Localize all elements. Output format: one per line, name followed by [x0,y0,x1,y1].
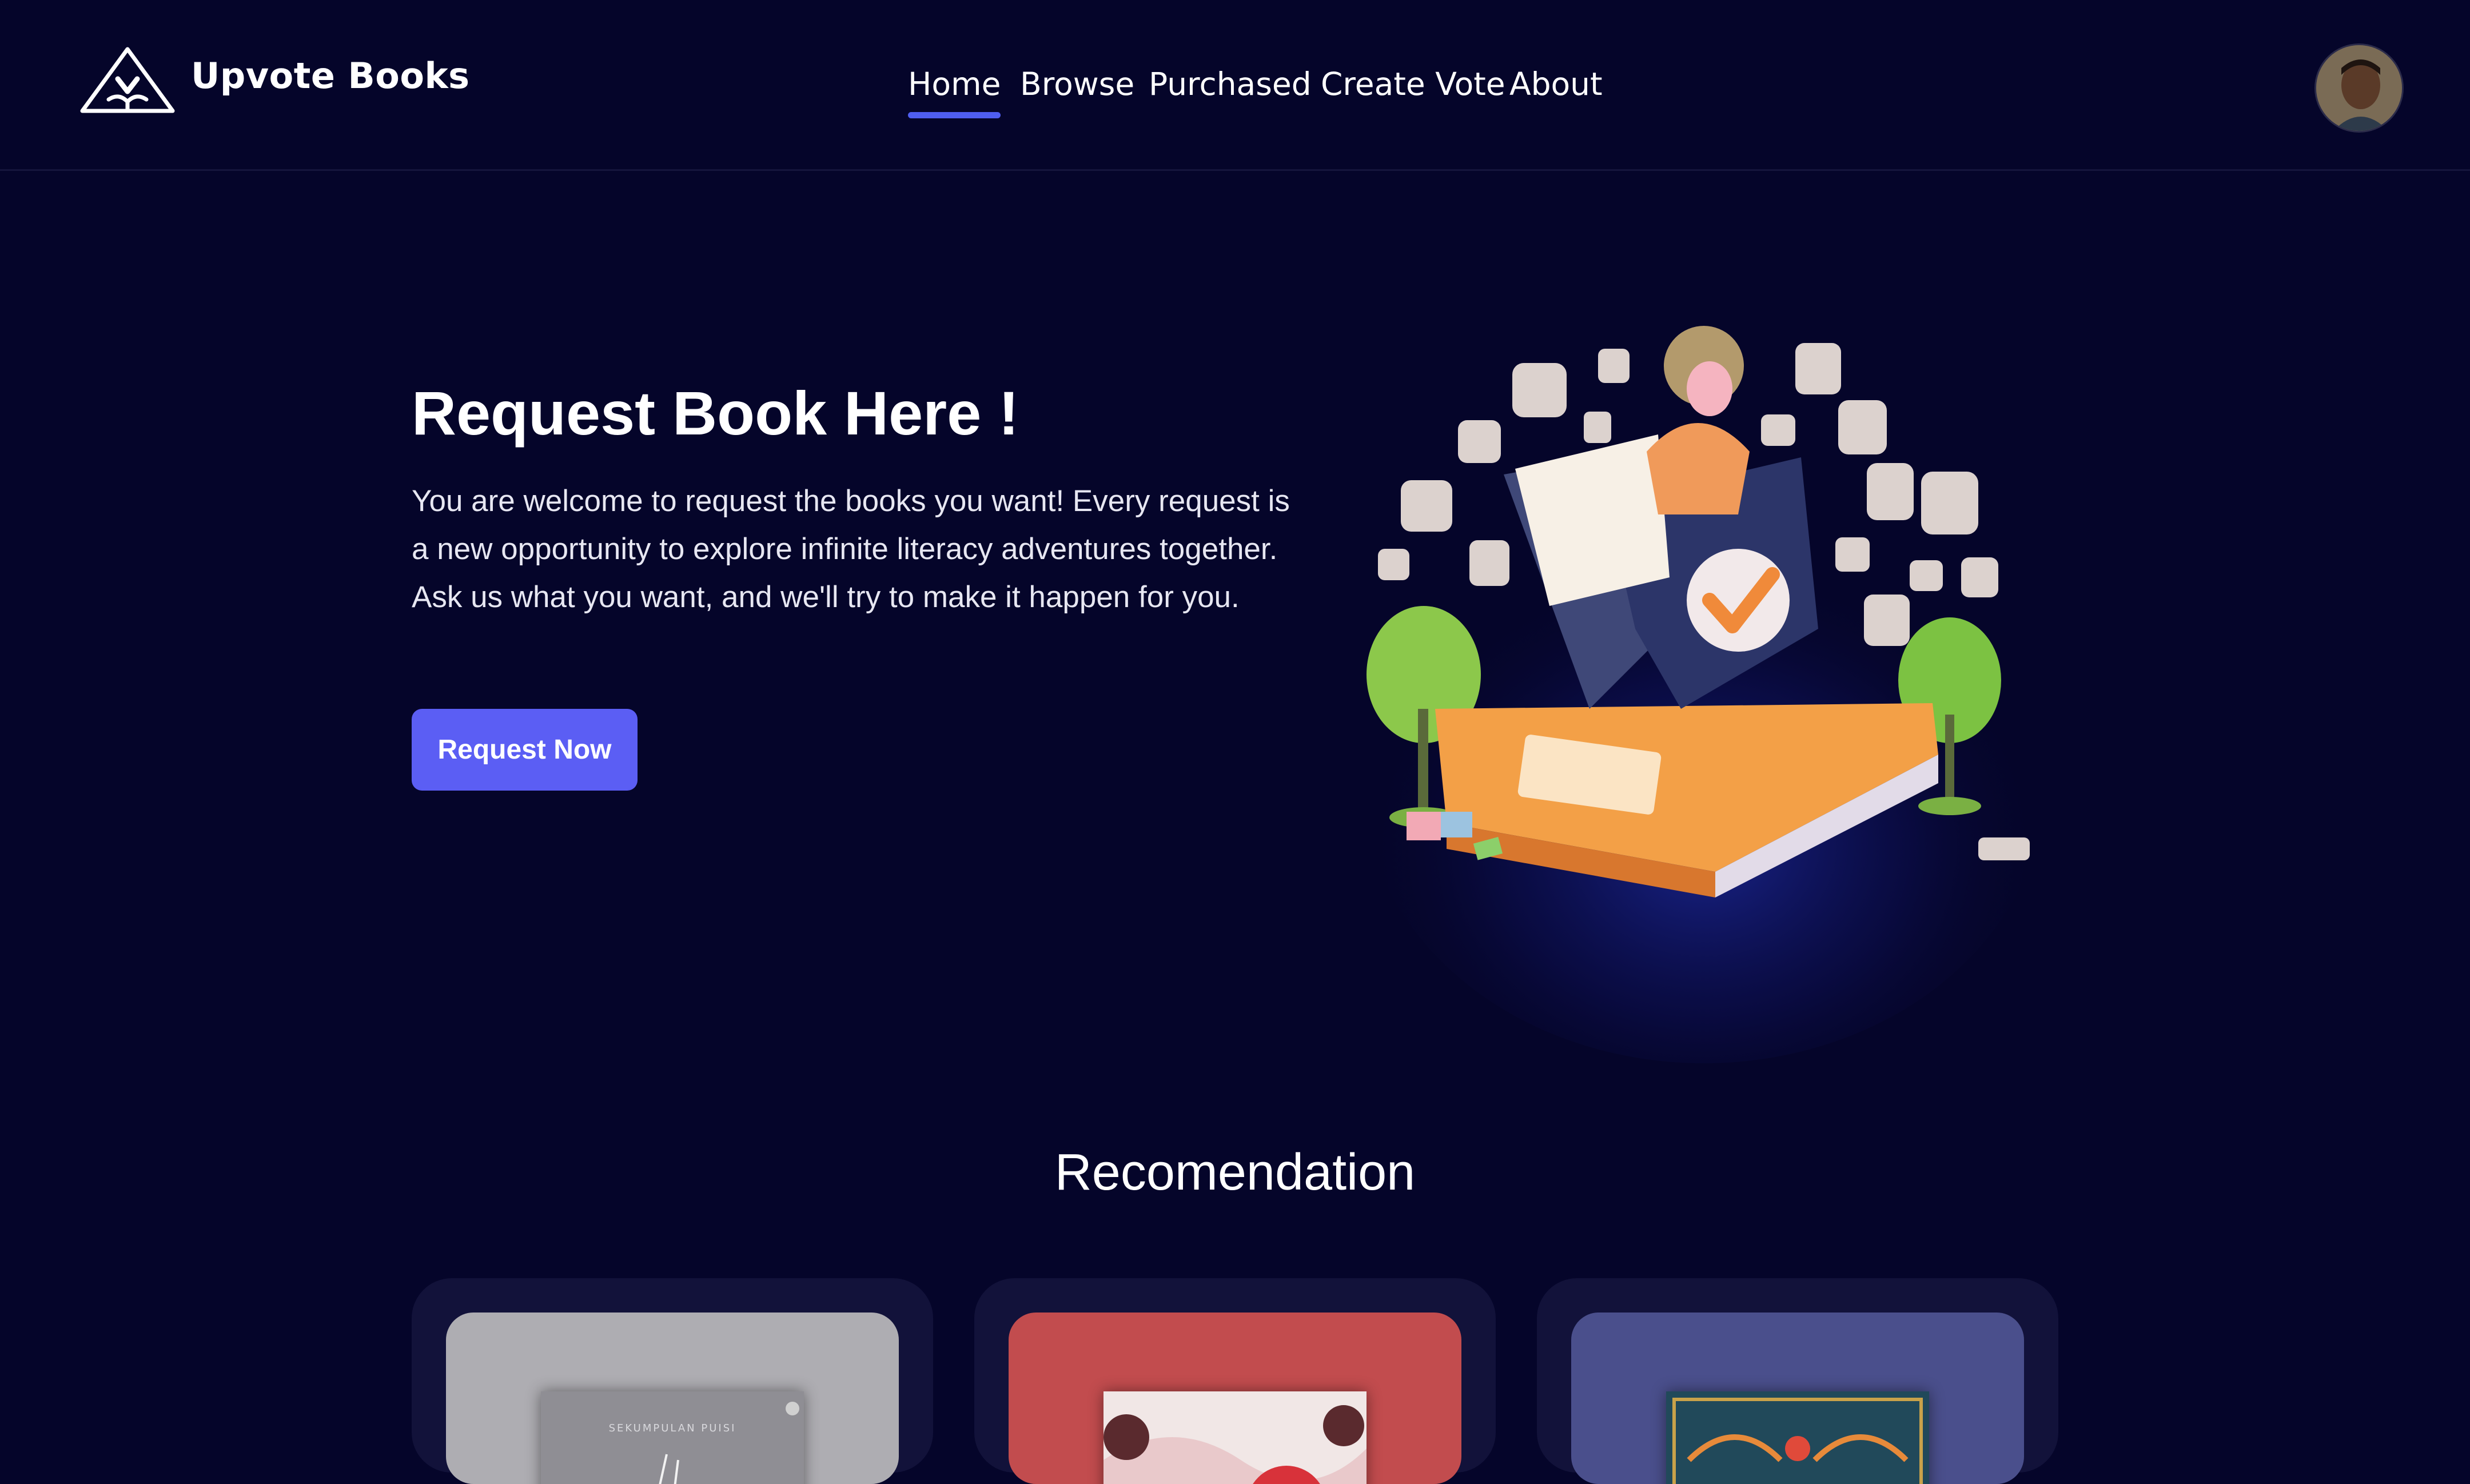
book-cover[interactable] [1009,1313,1461,1484]
brand-name[interactable]: Upvote Books [191,55,470,97]
nav-home[interactable]: Home [908,66,1001,118]
nav-about[interactable]: About [1509,66,1603,102]
book-image [1666,1391,1929,1484]
nav-browse-label: Browse [1020,66,1135,102]
upvote-logo-icon[interactable] [79,47,176,115]
book-image: SEKUMPULAN PUISI [541,1391,804,1484]
book-art-icon: SEKUMPULAN PUISI [609,1402,799,1484]
book-card[interactable]: SEKUMPULAN PUISI [412,1278,933,1484]
top-navbar: Upvote Books Home Browse Purchased Creat… [0,0,2470,171]
reading-girl-illustration [1361,326,2035,1063]
book-card[interactable] [974,1278,1496,1484]
book-title-text: SEKUMPULAN PUISI [609,1422,736,1434]
hero-title: Request Book Here ! [412,378,1019,448]
book-cover[interactable]: SEKUMPULAN PUISI [446,1313,899,1484]
recommendation-title: Recomendation [1054,1144,1416,1201]
book-art-icon [1672,1398,1923,1484]
nav-about-label: About [1509,66,1603,102]
user-avatar[interactable] [2314,43,2404,133]
nav-create-vote[interactable]: Create Vote [1321,66,1505,102]
book-card[interactable] [1537,1278,2058,1484]
active-nav-indicator [908,112,1001,118]
nav-browse[interactable]: Browse [1020,66,1134,102]
user-avatar-icon [2316,45,2402,131]
nav-create-vote-label: Create Vote [1321,66,1505,102]
book-image [1103,1391,1367,1484]
request-now-button[interactable]: Request Now [412,709,638,791]
book-cover[interactable] [1571,1313,2024,1484]
nav-purchased[interactable]: Purchased [1149,66,1312,102]
book-art-icon [1103,1405,1367,1484]
nav-home-label: Home [908,66,1001,102]
nav-purchased-label: Purchased [1149,66,1312,102]
hero-description: You are welcome to request the books you… [412,484,1290,614]
